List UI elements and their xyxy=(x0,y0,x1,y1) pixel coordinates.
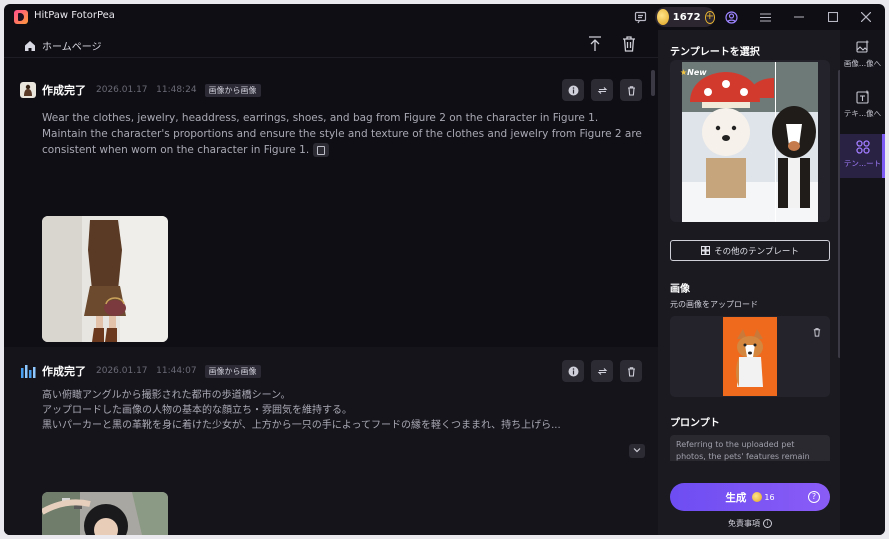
delete-button[interactable] xyxy=(620,79,642,101)
coin-icon xyxy=(657,9,669,25)
more-templates-button[interactable]: その他のテンプレート xyxy=(670,240,830,261)
card-prompt: Wear the clothes, jewelry, headdress, ea… xyxy=(42,112,642,157)
nav-image-to-image[interactable]: 画像...像へ xyxy=(840,34,885,78)
coin-balance[interactable]: 1672 + xyxy=(655,7,715,27)
history-card: 作成完了 2026.01.17 11:48:24 画像から画像 Wear the… xyxy=(4,60,658,346)
divider xyxy=(4,57,658,58)
image-result-icon xyxy=(20,82,36,98)
mode-nav: 画像...像へ テキ...像へ テン...ート xyxy=(840,30,885,535)
card-prompt: 高い俯瞰アングルから撮影された都市の歩道橋シーン。 アップロードした画像の人物の… xyxy=(42,388,642,433)
app-title: HitPaw FotorPea xyxy=(34,10,115,21)
image-sublabel: 元の画像をアップロード xyxy=(670,300,758,309)
template-preview[interactable]: ★New xyxy=(670,60,830,222)
info-button[interactable] xyxy=(562,79,584,101)
mode-badge: 画像から画像 xyxy=(204,364,261,378)
info-icon: i xyxy=(763,519,772,528)
mode-badge: 画像から画像 xyxy=(204,83,261,97)
account-icon[interactable] xyxy=(722,8,740,26)
prompt-input[interactable]: Referring to the uploaded pet photos, th… xyxy=(670,435,830,461)
history-area: ホームページ 作成完了 2026.01.17 11:48:24 画像から画像 W xyxy=(4,30,658,535)
prompt-line: アップロードした画像の人物の基本的な顔立ち・雰囲気を維持する。 xyxy=(42,405,352,416)
prompt-line: 高い俯瞰アングルから撮影された都市の歩道橋シーン。 xyxy=(42,390,291,401)
text-image-icon xyxy=(855,90,869,104)
prompt-line: 黒いパーカーと黒の革靴を身に着けた少女が、上方から一只の手によってフードの縁を軽… xyxy=(42,420,561,431)
upload-area[interactable] xyxy=(670,316,830,397)
app-window: HitPaw FotorPea 1672 + ホームページ 作成完了 2026.… xyxy=(4,4,885,535)
template-grid-icon xyxy=(701,246,711,255)
template-title: テンプレートを選択 xyxy=(670,47,760,58)
delete-all-icon[interactable] xyxy=(619,34,639,54)
image-add-icon xyxy=(855,40,868,53)
templates-icon xyxy=(855,140,870,154)
trash-icon xyxy=(627,85,635,96)
add-coins-icon[interactable]: + xyxy=(704,10,715,24)
copy-prompt-button[interactable] xyxy=(313,143,330,157)
nav-text-to-image[interactable]: テキ...像へ xyxy=(840,84,885,128)
coin-count: 1672 xyxy=(672,11,701,23)
card-actions xyxy=(562,79,642,101)
nav-templates[interactable]: テン...ート xyxy=(840,134,885,178)
card-status: 作成完了 xyxy=(42,365,86,378)
breadcrumb-home[interactable]: ホームページ xyxy=(42,38,102,53)
scroll-top-icon[interactable] xyxy=(585,34,605,54)
regenerate-button[interactable] xyxy=(591,79,613,101)
breadcrumb[interactable]: ホームページ xyxy=(24,38,102,53)
image-label: 画像 xyxy=(670,284,690,295)
menu-icon[interactable] xyxy=(756,8,774,26)
card-date: 2026.01.17 11:44:07 xyxy=(96,366,197,376)
card-date: 2026.01.17 11:48:24 xyxy=(96,85,197,95)
regenerate-button[interactable] xyxy=(591,360,613,382)
maximize-icon[interactable] xyxy=(824,8,842,26)
expand-prompt-icon[interactable] xyxy=(629,444,645,458)
minimize-icon[interactable] xyxy=(790,8,808,26)
disclaimer-link[interactable]: 免責事項 i xyxy=(670,518,830,529)
prompt-label: プロンプト xyxy=(670,418,720,429)
settings-panel: テンプレートを選択 ★New その他のテンプレート 画像 元の画像をアップロード… xyxy=(658,30,841,535)
result-thumbnail[interactable] xyxy=(42,216,168,342)
remove-image-icon[interactable] xyxy=(812,322,822,341)
generate-button[interactable]: 生成 16 ? xyxy=(670,483,830,511)
result-thumbnail[interactable] xyxy=(42,492,168,535)
delete-button[interactable] xyxy=(620,360,642,382)
history-card: 作成完了 2026.01.17 11:44:07 画像から画像 高い俯瞰アングル… xyxy=(4,347,658,535)
info-button[interactable] xyxy=(562,360,584,382)
info-icon xyxy=(568,85,578,95)
uploaded-image xyxy=(723,317,777,396)
new-badge: ★New xyxy=(680,68,707,77)
main-scrollbar[interactable] xyxy=(651,70,655,96)
home-icon xyxy=(25,40,35,51)
close-icon[interactable] xyxy=(857,8,875,26)
info-icon xyxy=(568,366,578,376)
help-icon[interactable]: ? xyxy=(808,491,820,503)
coin-icon xyxy=(752,492,763,502)
bars-result-icon xyxy=(21,365,36,378)
card-header: 作成完了 2026.01.17 11:48:24 画像から画像 xyxy=(20,82,261,98)
trash-icon xyxy=(627,366,635,377)
generate-cost: 16 xyxy=(764,492,775,502)
regenerate-icon xyxy=(597,86,607,94)
card-status: 作成完了 xyxy=(42,84,86,97)
feedback-icon[interactable] xyxy=(631,8,649,26)
card-actions xyxy=(562,360,642,382)
title-bar: HitPaw FotorPea 1672 + xyxy=(4,4,885,30)
regenerate-icon xyxy=(597,367,607,375)
app-logo-icon xyxy=(14,10,28,24)
card-header: 作成完了 2026.01.17 11:44:07 画像から画像 xyxy=(20,363,261,379)
template-image xyxy=(682,62,818,222)
